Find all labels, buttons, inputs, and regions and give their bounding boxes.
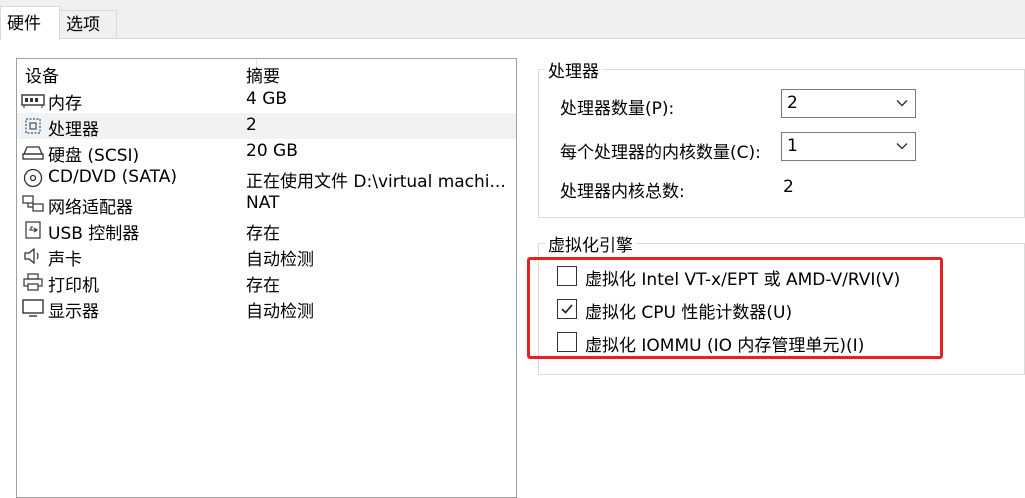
device-summary: 2 <box>246 115 257 135</box>
device-row-cd-dvd[interactable]: CD/DVD (SATA) 正在使用文件 D:\virtual machi... <box>17 165 516 192</box>
processor-count-select[interactable]: 2 <box>781 89 916 118</box>
device-summary: 4 GB <box>246 89 288 109</box>
device-name: 声卡 <box>48 250 82 270</box>
device-name: 处理器 <box>48 120 99 140</box>
monitor-icon <box>21 298 45 318</box>
processor-count-label: 处理器数量(P): <box>560 99 675 119</box>
tab-options[interactable]: 选项 <box>59 10 117 39</box>
device-row-network-adapter[interactable]: 网络适配器 NAT <box>17 191 516 218</box>
device-summary: NAT <box>246 193 280 213</box>
device-summary: 存在 <box>246 224 280 244</box>
total-cores-value: 2 <box>783 177 794 197</box>
device-name: 打印机 <box>48 276 99 296</box>
processor-count-value: 2 <box>787 93 798 113</box>
device-row-sound-card[interactable]: 声卡 自动检测 <box>17 243 516 270</box>
device-name: 内存 <box>48 94 82 114</box>
device-summary: 正在使用文件 D:\virtual machi... <box>246 172 506 192</box>
device-row-monitor[interactable]: 显示器 自动检测 <box>17 295 516 322</box>
device-name: CD/DVD (SATA) <box>48 167 177 187</box>
cores-per-processor-label: 每个处理器的内核数量(C): <box>560 143 761 163</box>
device-summary: 存在 <box>246 276 280 296</box>
processor-group-title: 处理器 <box>545 57 602 82</box>
cores-per-processor-value: 1 <box>787 136 798 156</box>
device-row-usb[interactable]: USB 控制器 存在 <box>17 217 516 244</box>
red-highlight-box <box>527 257 943 359</box>
device-row-printer[interactable]: 打印机 存在 <box>17 269 516 296</box>
tab-strip: 硬件 选项 <box>0 0 1025 40</box>
cores-per-processor-select[interactable]: 1 <box>781 132 916 161</box>
tab-hardware[interactable]: 硬件 <box>0 6 60 40</box>
column-header-summary[interactable]: 摘要 <box>246 62 280 87</box>
usb-icon <box>21 220 45 240</box>
chevron-down-icon <box>895 138 909 152</box>
harddisk-icon <box>21 142 45 162</box>
device-list-header: 设备 摘要 <box>17 59 516 87</box>
memory-icon <box>21 90 45 110</box>
network-adapter-icon <box>21 194 45 214</box>
total-cores-label: 处理器内核总数: <box>560 182 685 202</box>
device-name: USB 控制器 <box>48 224 140 244</box>
speaker-icon <box>21 246 45 266</box>
virtualization-engine-title: 虚拟化引擎 <box>545 231 636 256</box>
cd-dvd-icon <box>21 168 45 188</box>
chevron-down-icon <box>895 95 909 109</box>
device-name: 硬盘 (SCSI) <box>48 146 140 166</box>
column-header-device[interactable]: 设备 <box>25 62 59 87</box>
device-row-memory[interactable]: 内存 4 GB <box>17 87 516 114</box>
device-summary: 自动检测 <box>246 302 314 322</box>
device-row-harddisk[interactable]: 硬盘 (SCSI) 20 GB <box>17 139 516 166</box>
device-name: 显示器 <box>48 302 99 322</box>
device-name: 网络适配器 <box>48 198 133 218</box>
device-summary: 20 GB <box>246 141 298 161</box>
printer-icon <box>21 272 45 292</box>
device-row-processor[interactable]: 处理器 2 <box>17 113 516 140</box>
device-summary: 自动检测 <box>246 250 314 270</box>
device-list: 设备 摘要 内存 4 GB 处理器 2 硬盘 (SCSI) 20 GB CD/D… <box>16 58 517 498</box>
processor-icon <box>21 116 45 136</box>
